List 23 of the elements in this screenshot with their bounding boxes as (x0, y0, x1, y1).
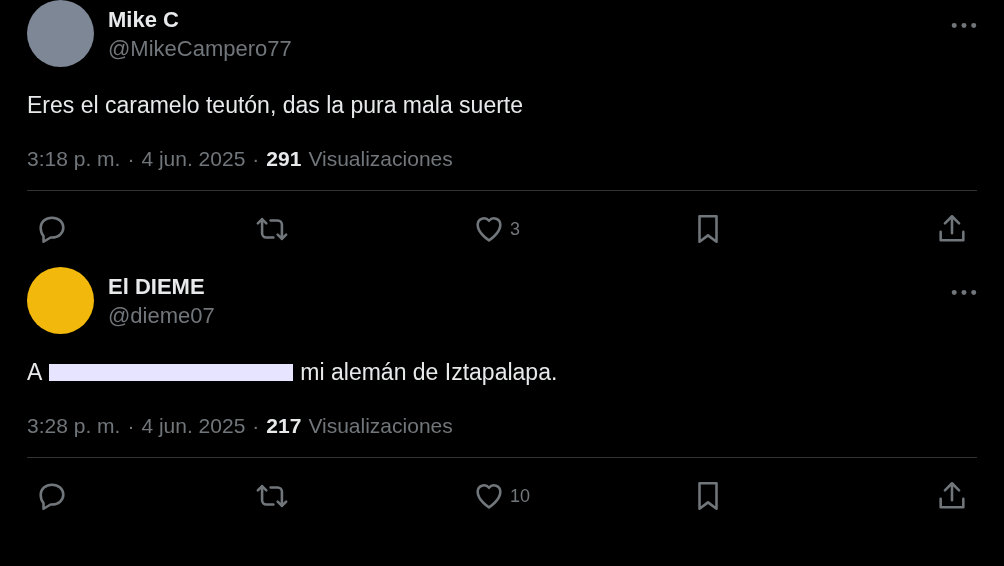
separator-dot: · (252, 414, 260, 438)
view-count: 291 (266, 147, 302, 171)
separator-dot: · (127, 147, 135, 171)
meta-text: 3:28 p. m. (27, 414, 121, 438)
user-name[interactable]: Mike C (108, 6, 937, 34)
tweet-text: A (27, 358, 43, 386)
meta-text: 4 jun. 2025 (141, 147, 246, 171)
like-count: 3 (510, 218, 520, 240)
separator-dot: · (127, 414, 135, 438)
user-handle[interactable]: @dieme07 (108, 301, 937, 331)
separator-dot: · (252, 147, 260, 171)
meta-text: Visualizaciones (308, 147, 453, 171)
meta-text: Visualizaciones (308, 414, 453, 438)
tweet-text: mi alemán de Iztapalapa. (300, 358, 558, 386)
user-name[interactable]: El DIEME (108, 273, 937, 301)
tweet-text: Eres el caramelo teutón, das la pura mala suerte (27, 91, 524, 119)
view-count: 217 (266, 414, 302, 438)
like-count: 10 (510, 485, 531, 507)
meta-text: 4 jun. 2025 (141, 414, 246, 438)
user-handle[interactable]: @MikeCampero77 (108, 34, 937, 64)
more-icon[interactable] (951, 22, 977, 29)
meta-text: 3:18 p. m. (27, 147, 121, 171)
more-icon[interactable] (951, 289, 977, 296)
